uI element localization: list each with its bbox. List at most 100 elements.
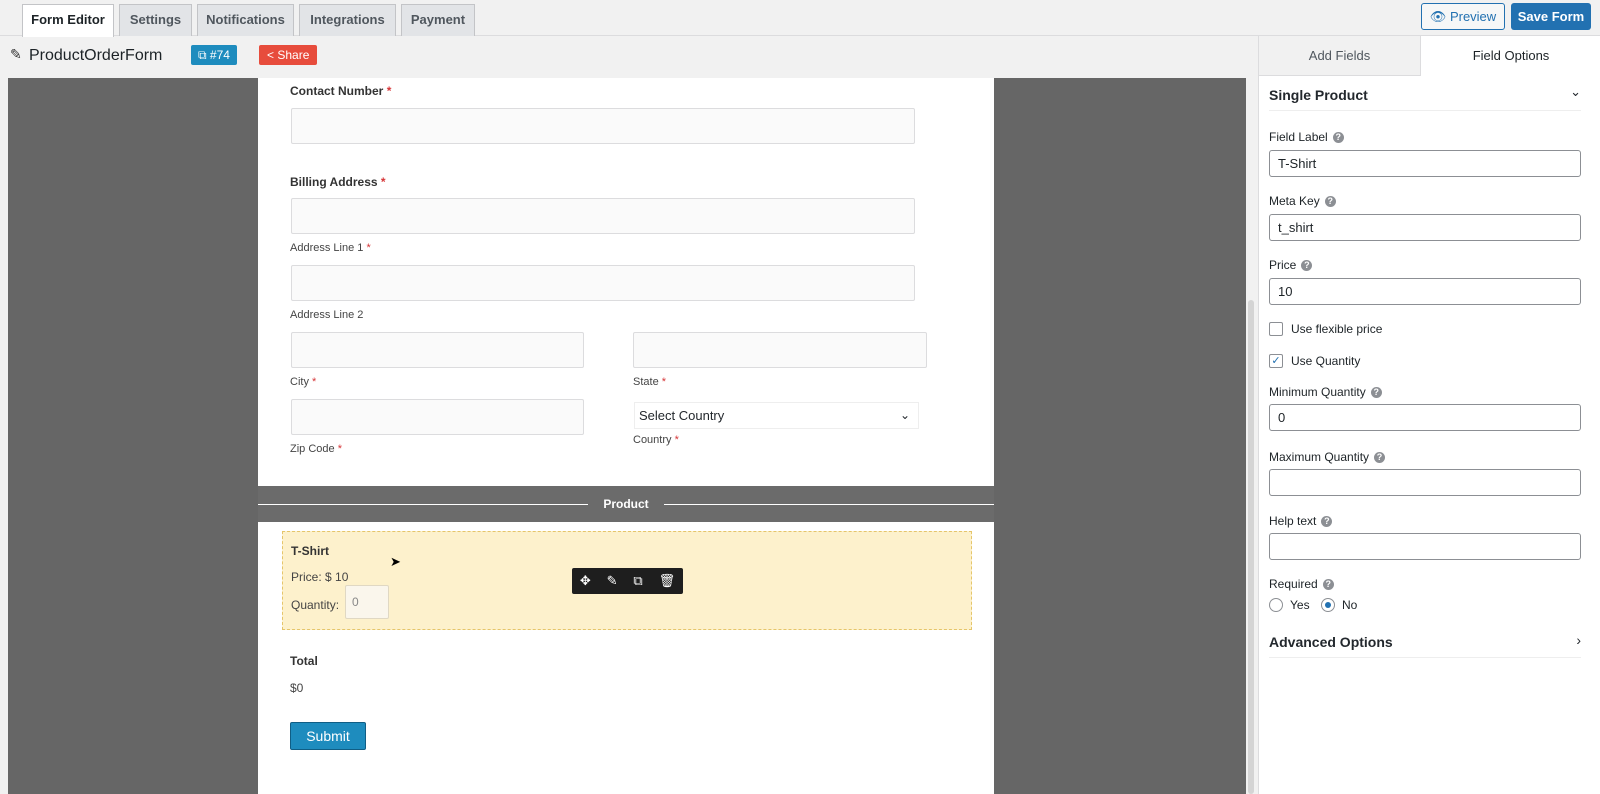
help-icon[interactable]: ? [1301,260,1313,271]
help-icon[interactable]: ? [1321,516,1333,527]
required-marker: * [312,376,317,388]
contact-number-label: Contact Number * [290,84,391,98]
state-text: State [633,376,659,388]
required-yes-radio[interactable] [1269,598,1283,612]
pencil-icon[interactable]: ✎ [10,46,22,63]
tab-add-fields[interactable]: Add Fields [1259,36,1421,76]
country-text: Country [633,434,672,446]
city-label: City * [290,376,316,388]
trash-icon[interactable]: 🗑 [659,573,676,589]
use-quantity-label: Use Quantity [1291,354,1361,368]
chevron-right-icon: › [1576,632,1581,648]
required-text: Required [1269,577,1318,591]
required-marker: * [386,84,392,98]
billing-address-label: Billing Address * [290,175,386,189]
section-title: Product [603,497,649,511]
state-input[interactable] [633,332,927,368]
form-title-bar: ✎ ProductOrderForm ⧉ #74 < Share [0,37,1258,77]
required-marker: * [337,443,342,455]
quantity-input[interactable]: 0 [345,585,389,619]
move-icon[interactable]: ✥ [580,573,591,589]
required-label: Required? [1269,577,1334,591]
tab-form-editor[interactable]: Form Editor [22,4,114,37]
use-quantity-checkbox[interactable]: ✓ [1269,354,1283,368]
price-label: Price? [1269,258,1313,272]
city-text: City [290,376,309,388]
advanced-options-title: Advanced Options [1269,634,1393,650]
share-label: Share [277,48,310,62]
required-yes-label: Yes [1290,598,1310,612]
field-label-label: Field Label? [1269,130,1344,144]
help-icon[interactable]: ? [1332,132,1344,143]
help-icon[interactable]: ? [1374,452,1386,463]
form-id-badge[interactable]: ⧉ #74 [191,45,237,65]
submit-button[interactable]: Submit [290,722,366,750]
flexible-price-label: Use flexible price [1291,322,1383,336]
single-product-header[interactable]: Single Product ⌄ [1269,84,1581,111]
tab-field-options[interactable]: Field Options [1421,36,1600,76]
form-id-label: #74 [209,48,230,62]
edit-icon[interactable]: ✎ [607,573,618,589]
preview-button[interactable]: 👁 Preview [1421,3,1505,30]
city-input[interactable] [291,332,584,368]
field-label-text: Field Label [1269,130,1328,144]
country-label: Country * [633,434,679,446]
help-icon[interactable]: ? [1322,579,1334,590]
min-quantity-label: Minimum Quantity? [1269,385,1382,399]
tab-payment[interactable]: Payment [401,4,475,36]
help-text-input[interactable] [1269,533,1581,560]
save-form-button[interactable]: Save Form [1511,3,1591,30]
share-button[interactable]: < Share [259,45,318,65]
min-quantity-input[interactable]: 0 [1269,404,1581,431]
eye-icon: 👁 [1429,9,1447,24]
address-line-2-input[interactable] [291,265,915,301]
canvas-scrollbar[interactable] [1248,300,1254,794]
state-label: State * [633,376,666,388]
flexible-price-checkbox[interactable] [1269,322,1283,336]
mouse-cursor-icon: ➤ [390,554,401,569]
tab-integrations[interactable]: Integrations [299,4,396,36]
advanced-options-header[interactable]: Advanced Options › [1269,632,1581,658]
required-marker: * [380,175,386,189]
chevron-down-icon: ⌄ [1570,84,1581,99]
address-line-1-label: Address Line 1 * [290,242,371,254]
zip-code-text: Zip Code [290,443,335,455]
form-title[interactable]: ProductOrderForm [29,47,162,65]
billing-address-text: Billing Address [290,175,378,189]
top-bar: Form Editor Settings Notifications Integ… [0,0,1600,37]
meta-key-input[interactable]: t_shirt [1269,214,1581,241]
quantity-label: Quantity: [291,598,340,612]
preview-label: Preview [1449,9,1497,24]
duplicate-icon[interactable]: ⧉ [633,573,642,589]
price-input[interactable]: 10 [1269,278,1581,305]
single-product-title: Single Product [1269,87,1368,103]
required-marker: * [661,376,667,388]
price-label: Price: [291,570,322,584]
field-actions-toolbar: ✥ ✎ ⧉ 🗑 [572,568,683,594]
country-select-value: Select Country [639,408,725,423]
required-no-radio[interactable] [1321,598,1335,612]
contact-number-input[interactable] [291,108,915,144]
required-marker: * [366,242,371,254]
help-icon[interactable]: ? [1370,387,1382,398]
price-value: $ 10 [325,570,349,584]
price-text: Price [1269,258,1297,272]
zip-code-input[interactable] [291,399,584,435]
max-quantity-input[interactable] [1269,469,1581,496]
tab-settings[interactable]: Settings [119,4,192,36]
tab-notifications[interactable]: Notifications [197,4,294,36]
field-label-input[interactable]: T-Shirt [1269,150,1581,177]
address-line-1-text: Address Line 1 [290,242,364,254]
help-icon[interactable]: ? [1324,196,1336,207]
section-break: Product [258,486,994,522]
total-label: Total [290,654,318,668]
address-line-2-label: Address Line 2 [290,309,364,321]
chevron-down-icon: ⌄ [899,408,910,422]
product-name: T-Shirt [291,544,329,558]
address-line-1-input[interactable] [291,198,915,234]
country-select[interactable]: Select Country ⌄ [634,402,919,429]
total-value: $0 [290,681,304,695]
help-text-text: Help text [1269,514,1317,528]
help-text-label: Help text? [1269,514,1333,528]
meta-key-label: Meta Key? [1269,194,1336,208]
